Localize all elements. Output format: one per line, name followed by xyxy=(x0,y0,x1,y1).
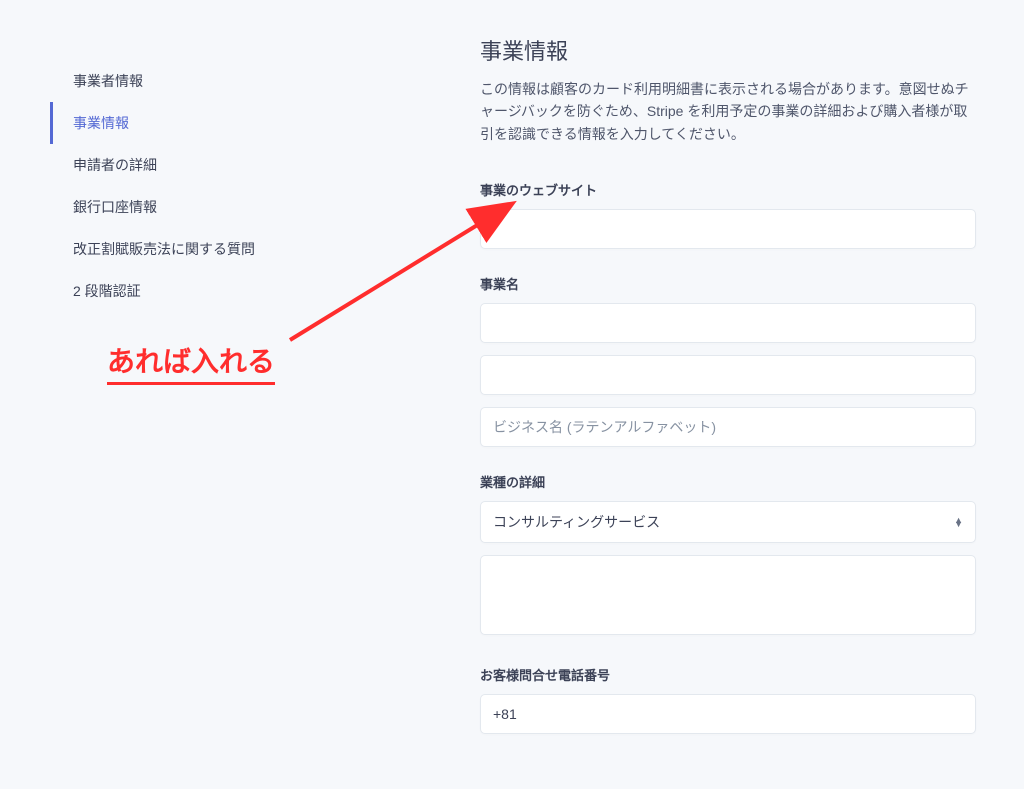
sidebar-item-business-owner[interactable]: 事業者情報 xyxy=(50,60,450,102)
sidebar-item-business-info[interactable]: 事業情報 xyxy=(50,102,450,144)
phone-input[interactable] xyxy=(480,694,976,734)
form-group-business-name: 事業名 xyxy=(480,274,976,447)
page-description: この情報は顧客のカード利用明細書に表示される場合があります。意図せぬチャージバッ… xyxy=(480,78,976,145)
sidebar-item-two-factor-auth[interactable]: 2 段階認証 xyxy=(50,270,450,312)
business-description-textarea[interactable] xyxy=(480,555,976,635)
business-name-input[interactable] xyxy=(480,303,976,343)
page-title: 事業情報 xyxy=(480,34,976,66)
sidebar-item-label: 事業情報 xyxy=(73,115,129,131)
sidebar-item-installment-law[interactable]: 改正割賦販売法に関する質問 xyxy=(50,228,450,270)
sidebar-item-label: 2 段階認証 xyxy=(73,283,141,299)
website-label: 事業のウェブサイト xyxy=(480,180,976,199)
business-category-label: 業種の詳細 xyxy=(480,472,976,491)
sidebar: 事業者情報 事業情報 申請者の詳細 銀行口座情報 改正割賦販売法に関する質問 2… xyxy=(0,20,480,759)
sidebar-item-label: 改正割賦販売法に関する質問 xyxy=(73,241,255,257)
main-content: 事業情報 この情報は顧客のカード利用明細書に表示される場合があります。意図せぬチ… xyxy=(480,20,1024,759)
chevron-updown-icon: ▲ ▼ xyxy=(954,518,963,527)
business-category-value: コンサルティングサービス xyxy=(493,512,660,532)
business-name-latin-input[interactable] xyxy=(480,407,976,447)
sidebar-item-bank-account[interactable]: 銀行口座情報 xyxy=(50,186,450,228)
sidebar-nav: 事業者情報 事業情報 申請者の詳細 銀行口座情報 改正割賦販売法に関する質問 2… xyxy=(50,60,450,312)
form-group-website: 事業のウェブサイト xyxy=(480,180,976,249)
business-category-select[interactable]: コンサルティングサービス ▲ ▼ xyxy=(480,501,976,543)
sidebar-item-label: 銀行口座情報 xyxy=(73,199,157,215)
sidebar-item-label: 申請者の詳細 xyxy=(73,157,157,173)
sidebar-item-applicant-details[interactable]: 申請者の詳細 xyxy=(50,144,450,186)
business-name-secondary-input[interactable] xyxy=(480,355,976,395)
form-group-business-category: 業種の詳細 コンサルティングサービス ▲ ▼ xyxy=(480,472,976,640)
phone-label: お客様問合せ電話番号 xyxy=(480,665,976,684)
business-name-label: 事業名 xyxy=(480,274,976,293)
form-group-phone: お客様問合せ電話番号 xyxy=(480,665,976,734)
sidebar-item-label: 事業者情報 xyxy=(73,73,143,89)
website-input[interactable] xyxy=(480,209,976,249)
annotation-text: あれば入れる xyxy=(107,340,275,385)
